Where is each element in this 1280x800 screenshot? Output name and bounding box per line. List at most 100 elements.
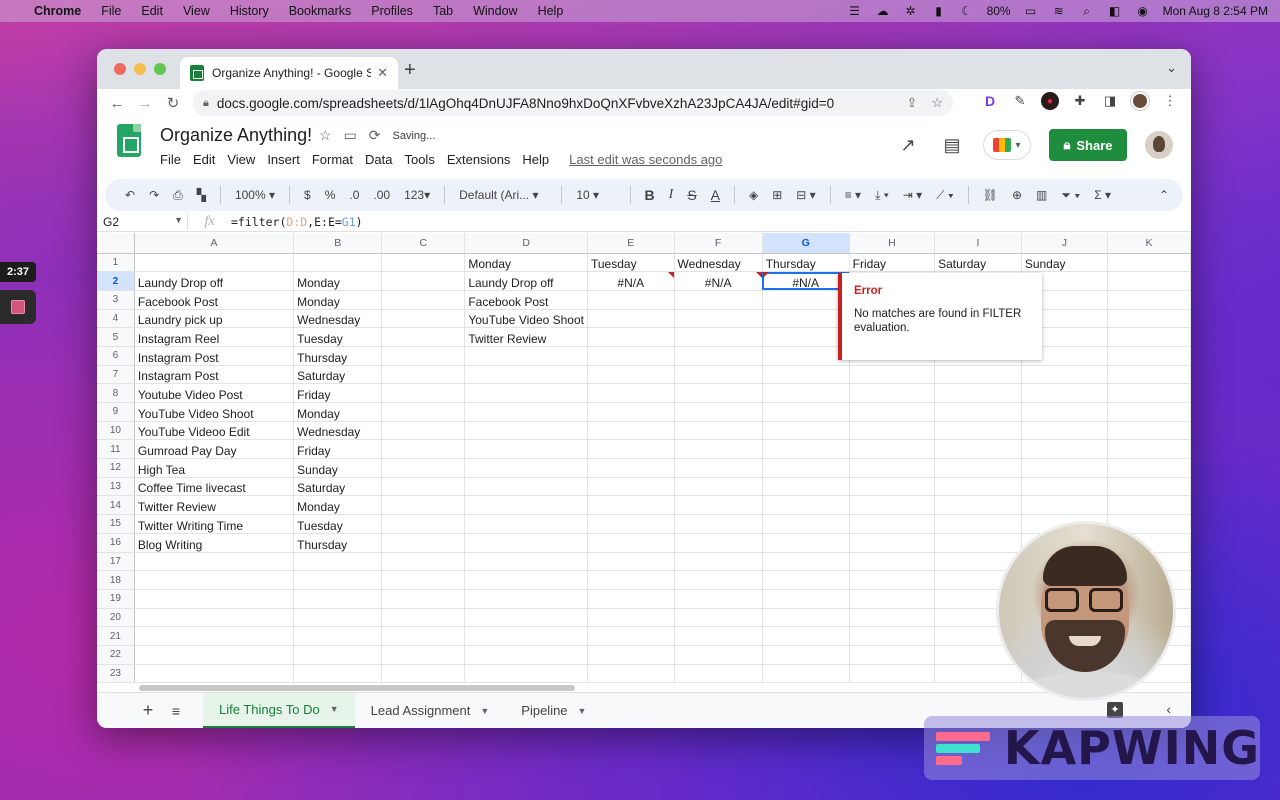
- cell-k1[interactable]: [1107, 253, 1191, 273]
- cell-g9[interactable]: [762, 402, 850, 422]
- cell-d13[interactable]: [464, 477, 588, 497]
- cell-a23[interactable]: [134, 664, 295, 684]
- cell-e13[interactable]: [587, 477, 675, 497]
- tab-search-chevron-icon[interactable]: ⌄: [1166, 60, 1177, 76]
- control-strip-icon[interactable]: ☰: [847, 5, 863, 17]
- cell-j10[interactable]: [1021, 421, 1108, 441]
- cell-g19[interactable]: [762, 589, 850, 609]
- cell-f20[interactable]: [674, 608, 763, 628]
- horizontal-scrollbar[interactable]: [139, 685, 575, 691]
- cell-k12[interactable]: [1107, 458, 1191, 478]
- row-header-15[interactable]: 15: [97, 514, 135, 534]
- cell-j9[interactable]: [1021, 402, 1108, 422]
- cell-c18[interactable]: [381, 570, 466, 590]
- menu-insert[interactable]: Insert: [267, 152, 300, 167]
- sheets-logo-icon[interactable]: [117, 124, 141, 157]
- cell-d14[interactable]: [464, 495, 588, 516]
- menu-edit[interactable]: Edit: [193, 152, 215, 167]
- menubar-item-view[interactable]: View: [183, 4, 210, 18]
- cell-f6[interactable]: [674, 346, 763, 366]
- cell-b1[interactable]: [293, 253, 383, 273]
- cell-j13[interactable]: [1021, 477, 1108, 497]
- cell-f13[interactable]: [674, 477, 763, 497]
- cell-k11[interactable]: [1107, 439, 1191, 460]
- cell-b16[interactable]: Thursday: [293, 533, 383, 553]
- sheet-tab-life-things[interactable]: Life Things To Do ▼: [203, 692, 355, 728]
- cell-i9[interactable]: [934, 402, 1022, 422]
- select-all-corner[interactable]: [97, 233, 135, 254]
- menu-format[interactable]: Format: [312, 152, 353, 167]
- cell-c16[interactable]: [381, 533, 466, 553]
- cell-h8[interactable]: [849, 383, 936, 403]
- cell-b21[interactable]: [293, 626, 383, 646]
- cell-f2[interactable]: #N/A: [674, 271, 763, 291]
- extension-pen-icon[interactable]: ✎: [1011, 92, 1029, 110]
- cell-h21[interactable]: [849, 626, 936, 646]
- formula-input[interactable]: =filter(D:D,E:E=G1): [231, 215, 363, 229]
- cell-e10[interactable]: [587, 421, 675, 441]
- cell-h18[interactable]: [849, 570, 936, 590]
- italic-button[interactable]: I: [669, 187, 674, 203]
- cell-i23[interactable]: [934, 664, 1022, 684]
- close-tab-icon[interactable]: ✕: [377, 65, 388, 81]
- extension-d-icon[interactable]: D: [981, 92, 999, 110]
- row-header-18[interactable]: 18: [97, 570, 135, 590]
- row-header-21[interactable]: 21: [97, 626, 135, 646]
- insert-comment-icon[interactable]: ⊕: [1012, 188, 1022, 202]
- cell-g14[interactable]: [762, 495, 850, 516]
- cell-h10[interactable]: [849, 421, 936, 441]
- cell-a22[interactable]: [134, 645, 295, 665]
- cell-g23[interactable]: [762, 664, 850, 684]
- merge-cells-icon[interactable]: ⊟ ▾: [796, 188, 815, 202]
- cell-f18[interactable]: [674, 570, 763, 590]
- cell-b15[interactable]: Tuesday: [293, 514, 383, 534]
- cell-i1[interactable]: Saturday: [934, 253, 1022, 273]
- cell-g1[interactable]: Thursday: [762, 253, 850, 273]
- trend-icon[interactable]: ↗: [895, 135, 921, 156]
- cell-b20[interactable]: [293, 608, 383, 628]
- bookmark-star-icon[interactable]: ☆: [931, 95, 943, 111]
- moon-icon[interactable]: ☾: [959, 5, 975, 17]
- menubar-clock[interactable]: Mon Aug 8 2:54 PM: [1163, 4, 1268, 18]
- cell-d8[interactable]: [464, 383, 588, 403]
- cell-i13[interactable]: [934, 477, 1022, 497]
- cell-d2[interactable]: Laundy Drop off: [464, 271, 588, 291]
- cell-k10[interactable]: [1107, 421, 1191, 441]
- cell-h22[interactable]: [849, 645, 936, 665]
- cell-f12[interactable]: [674, 458, 763, 478]
- cell-h20[interactable]: [849, 608, 936, 628]
- cell-d11[interactable]: [464, 439, 588, 460]
- cell-i15[interactable]: [934, 514, 1022, 534]
- cell-h9[interactable]: [849, 402, 936, 422]
- menubar-item-help[interactable]: Help: [538, 4, 564, 18]
- cell-a3[interactable]: Facebook Post: [134, 290, 295, 310]
- document-title[interactable]: Organize Anything!: [160, 125, 312, 146]
- cell-e5[interactable]: [587, 327, 675, 347]
- cell-e14[interactable]: [587, 495, 675, 516]
- cell-g16[interactable]: [762, 533, 850, 553]
- cell-b9[interactable]: Monday: [293, 402, 383, 422]
- cell-a18[interactable]: [134, 570, 295, 590]
- cell-g13[interactable]: [762, 477, 850, 497]
- insert-chart-icon[interactable]: ▥: [1036, 188, 1047, 202]
- cell-e8[interactable]: [587, 383, 675, 403]
- row-header-19[interactable]: 19: [97, 589, 135, 609]
- menubar-item-bookmarks[interactable]: Bookmarks: [289, 4, 352, 18]
- cell-e3[interactable]: [587, 290, 675, 310]
- cell-c21[interactable]: [381, 626, 466, 646]
- cell-g20[interactable]: [762, 608, 850, 628]
- comments-icon[interactable]: ▤: [939, 135, 965, 156]
- text-rotation-icon[interactable]: ⟋ ▾: [936, 188, 954, 203]
- menu-help[interactable]: Help: [522, 152, 549, 167]
- cell-d16[interactable]: [464, 533, 588, 553]
- cell-e23[interactable]: [587, 664, 675, 684]
- cell-f10[interactable]: [674, 421, 763, 441]
- cell-i12[interactable]: [934, 458, 1022, 478]
- row-header-1[interactable]: 1: [97, 253, 135, 273]
- cell-e12[interactable]: [587, 458, 675, 478]
- row-header-23[interactable]: 23: [97, 664, 135, 684]
- row-header-10[interactable]: 10: [97, 421, 135, 441]
- cell-d12[interactable]: [464, 458, 588, 478]
- cell-b19[interactable]: [293, 589, 383, 609]
- meet-button[interactable]: ▾: [983, 130, 1031, 160]
